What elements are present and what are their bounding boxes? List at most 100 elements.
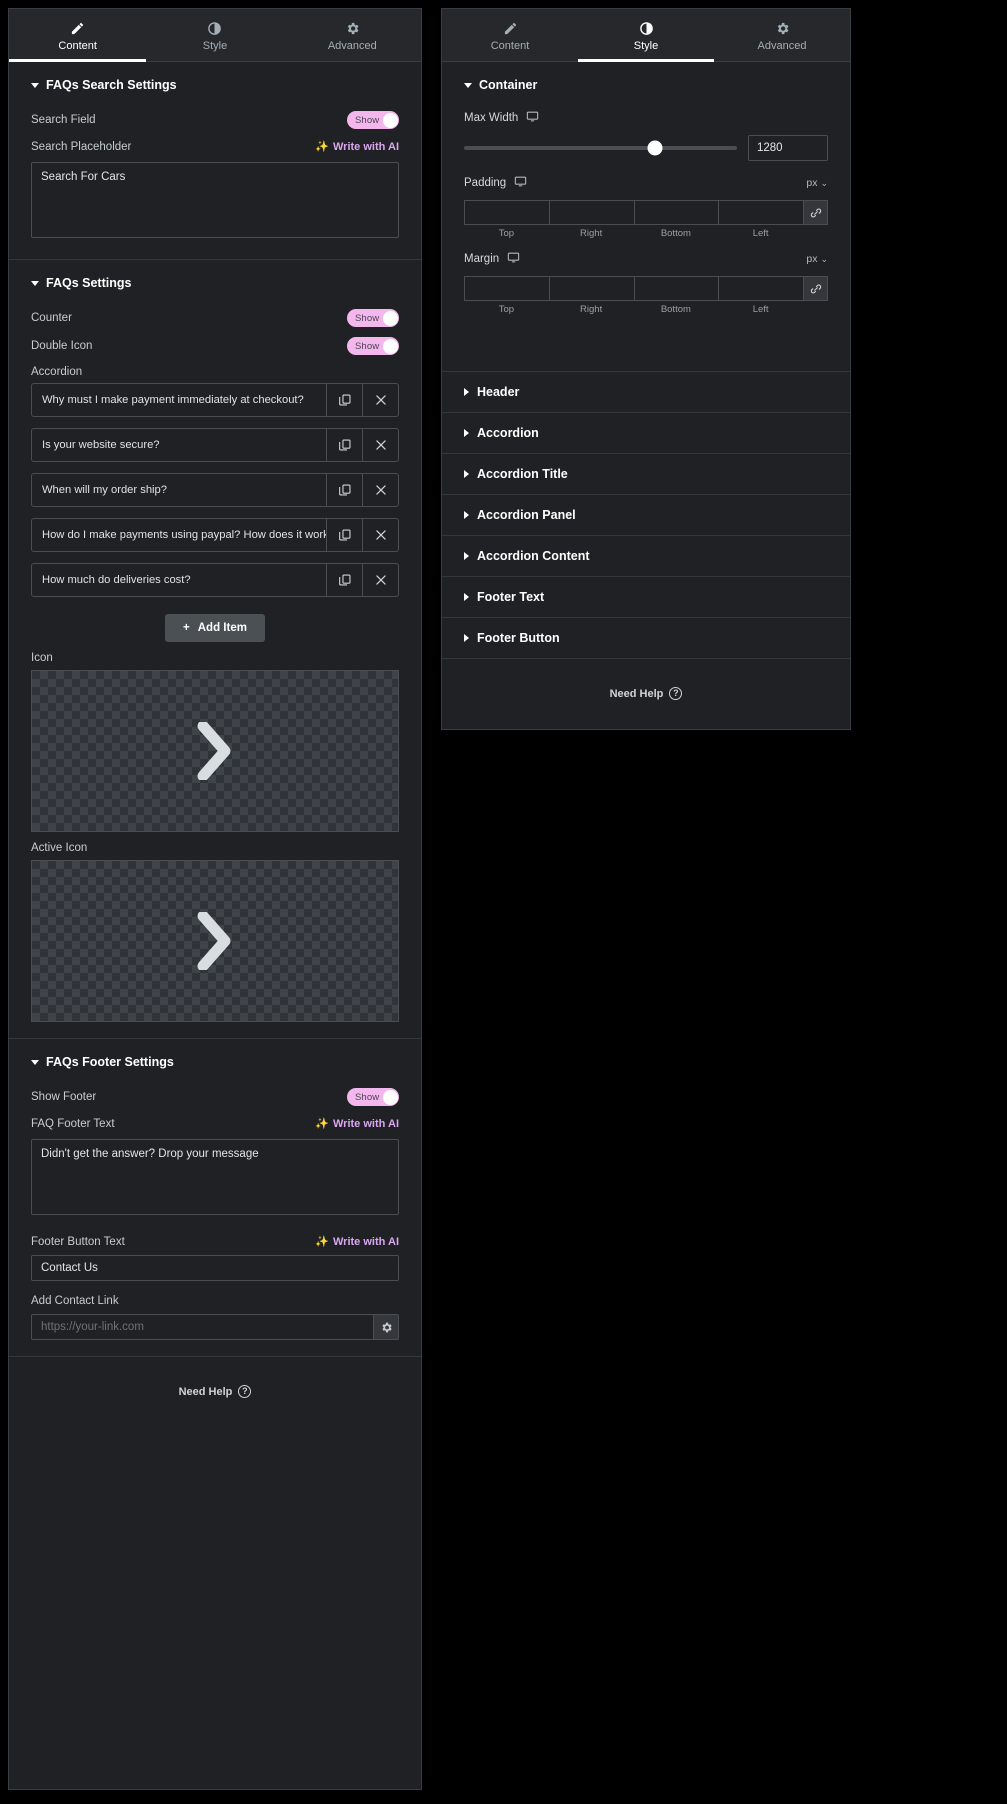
- icon-preview[interactable]: [31, 670, 399, 832]
- style-section-accordion[interactable]: Accordion: [442, 412, 850, 454]
- style-section-accordion-panel[interactable]: Accordion Panel: [442, 494, 850, 536]
- add-contact-link-input[interactable]: [31, 1314, 373, 1340]
- desktop-monitor-icon[interactable]: [507, 251, 520, 267]
- faq-footer-text-input[interactable]: [31, 1139, 399, 1215]
- desktop-monitor-icon[interactable]: [514, 175, 527, 191]
- sparkle-icon: ✨: [315, 140, 329, 153]
- tab-content[interactable]: Content: [442, 9, 578, 61]
- accordion-item-title[interactable]: How much do deliveries cost?: [32, 564, 326, 596]
- search-field-toggle[interactable]: Show: [347, 111, 399, 129]
- show-footer-toggle[interactable]: Show: [347, 1088, 399, 1106]
- footer-button-text-input[interactable]: [31, 1255, 399, 1281]
- slider-thumb[interactable]: [647, 140, 663, 156]
- padding-unit-value: px: [806, 177, 818, 189]
- margin-bottom-input[interactable]: [633, 276, 719, 301]
- counter-toggle-label: Show: [355, 312, 380, 324]
- search-placeholder-label: Search Placeholder: [31, 141, 132, 153]
- duplicate-item-icon[interactable]: [326, 384, 362, 416]
- write-with-ai-label: Write with AI: [333, 141, 399, 153]
- dim-label: Left: [752, 228, 769, 239]
- toggle-knob: [382, 338, 398, 354]
- padding-top-input[interactable]: [464, 200, 549, 225]
- accordion-item-title[interactable]: How do I make payments using paypal? How…: [32, 519, 326, 551]
- duplicate-item-icon[interactable]: [326, 519, 362, 551]
- margin-left-input[interactable]: [718, 276, 803, 301]
- tab-style[interactable]: Style: [146, 9, 283, 61]
- desktop-monitor-icon[interactable]: [526, 110, 539, 126]
- double-icon-toggle[interactable]: Show: [347, 337, 399, 355]
- tab-content[interactable]: Content: [9, 9, 147, 62]
- need-help-link-style[interactable]: Need Help ?: [442, 659, 850, 728]
- section-header-faqs-footer-settings[interactable]: FAQs Footer Settings: [9, 1039, 421, 1083]
- dim-label: Top: [498, 304, 515, 315]
- search-field-label: Search Field: [31, 114, 96, 126]
- remove-item-icon[interactable]: [362, 429, 398, 461]
- margin-unit-selector[interactable]: px ⌄: [806, 253, 828, 265]
- tab-style-label: Style: [202, 40, 228, 52]
- write-with-ai-button-search[interactable]: ✨ Write with AI: [315, 141, 399, 153]
- section-header-faqs-settings[interactable]: FAQs Settings: [9, 260, 421, 304]
- accordion-item-title[interactable]: Why must I make payment immediately at c…: [32, 384, 326, 416]
- double-icon-label: Double Icon: [31, 340, 93, 352]
- caret-down-icon: [31, 1059, 39, 1065]
- need-help-label: Need Help: [178, 1385, 233, 1398]
- remove-item-icon[interactable]: [362, 384, 398, 416]
- remove-item-icon[interactable]: [362, 519, 398, 551]
- padding-link-values-icon[interactable]: [803, 200, 828, 225]
- padding-unit-selector[interactable]: px ⌄: [806, 177, 828, 189]
- search-placeholder-input[interactable]: [31, 162, 399, 238]
- style-section-accordion-title[interactable]: Accordion Title: [442, 453, 850, 495]
- padding-right-input[interactable]: [548, 200, 634, 225]
- write-with-ai-button-footer-text[interactable]: ✨ Write with AI: [315, 1118, 399, 1130]
- padding-left-input[interactable]: [718, 200, 803, 225]
- tab-advanced[interactable]: Advanced: [284, 9, 421, 61]
- style-section-label: Accordion: [477, 426, 539, 440]
- toggle-knob: [382, 1089, 398, 1105]
- margin-link-values-icon[interactable]: [803, 276, 828, 301]
- margin-head: Margin px ⌄: [464, 251, 828, 267]
- remove-item-icon[interactable]: [362, 564, 398, 596]
- duplicate-item-icon[interactable]: [326, 564, 362, 596]
- write-with-ai-label: Write with AI: [333, 1236, 399, 1248]
- style-section-accordion-content[interactable]: Accordion Content: [442, 535, 850, 577]
- control-padding: Padding px ⌄ Top Right Bottom Left: [442, 161, 850, 239]
- add-item-button[interactable]: + Add Item: [165, 614, 265, 642]
- tab-advanced-label: Advanced: [327, 40, 377, 52]
- margin-right-input[interactable]: [548, 276, 634, 301]
- need-help-link-content[interactable]: Need Help ?: [9, 1357, 421, 1426]
- link-options-gear-icon[interactable]: [373, 1314, 399, 1340]
- counter-toggle[interactable]: Show: [347, 309, 399, 327]
- style-section-label: Footer Button: [477, 631, 560, 645]
- section-header-container[interactable]: Container: [442, 62, 850, 106]
- dim-label: Right: [580, 228, 603, 239]
- max-width-slider[interactable]: [464, 140, 737, 156]
- tab-advanced[interactable]: Advanced: [714, 9, 850, 61]
- caret-right-icon: [464, 634, 469, 642]
- max-width-label: Max Width: [464, 112, 519, 124]
- section-header-faqs-search-settings[interactable]: FAQs Search Settings: [9, 62, 421, 106]
- active-icon-preview[interactable]: [31, 860, 399, 1022]
- remove-item-icon[interactable]: [362, 474, 398, 506]
- section-title: Container: [479, 78, 538, 92]
- search-placeholder-field-wrap: [9, 160, 421, 243]
- style-section-footer-text[interactable]: Footer Text: [442, 576, 850, 618]
- accordion-item-title[interactable]: Is your website secure?: [32, 429, 326, 461]
- gear-icon: [775, 21, 790, 36]
- max-width-head: Max Width: [464, 110, 828, 126]
- margin-top-input[interactable]: [464, 276, 549, 301]
- max-width-number-input[interactable]: 1280: [748, 135, 828, 161]
- duplicate-item-icon[interactable]: [326, 474, 362, 506]
- padding-bottom-input[interactable]: [633, 200, 719, 225]
- add-contact-link-field-wrap: [9, 1312, 421, 1340]
- accordion-item-title[interactable]: When will my order ship?: [32, 474, 326, 506]
- duplicate-item-icon[interactable]: [326, 429, 362, 461]
- sparkle-icon: ✨: [315, 1117, 329, 1130]
- plus-icon: +: [183, 622, 190, 634]
- style-section-footer-button[interactable]: Footer Button: [442, 617, 850, 659]
- style-section-header[interactable]: Header: [442, 371, 850, 413]
- tab-style[interactable]: Style: [578, 9, 714, 62]
- toggle-knob: [382, 112, 398, 128]
- section-title: FAQs Search Settings: [46, 78, 177, 92]
- padding-inputs: [464, 200, 828, 225]
- write-with-ai-button-footer-button[interactable]: ✨ Write with AI: [315, 1236, 399, 1248]
